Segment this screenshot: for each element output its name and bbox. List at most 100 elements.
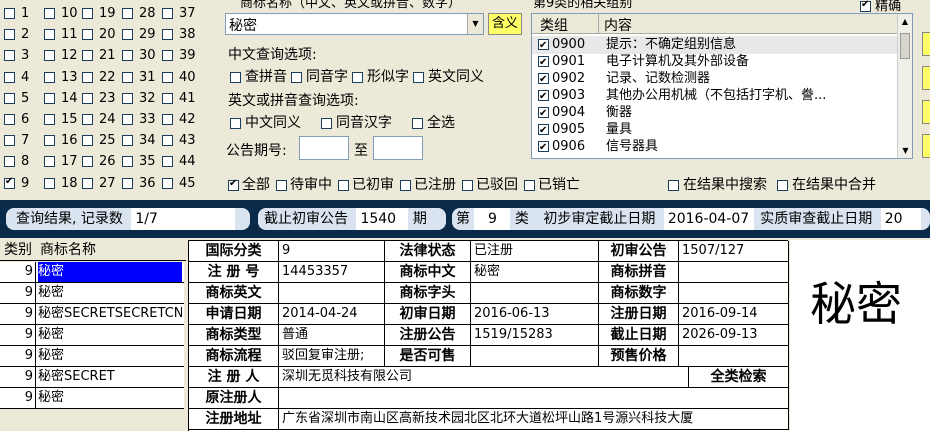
- list-item[interactable]: 9 秘密: [0, 388, 184, 409]
- scroll-thumb[interactable]: [900, 33, 910, 59]
- class-checkbox-13[interactable]: 13: [44, 70, 78, 85]
- class-checkbox-box[interactable]: [82, 177, 93, 189]
- group-row[interactable]: 0905 量具: [532, 121, 898, 140]
- filter-checkbox[interactable]: [400, 179, 411, 191]
- class-checkbox-31[interactable]: 31: [122, 70, 156, 85]
- group-row-checkbox[interactable]: [538, 54, 549, 72]
- cn-option-0[interactable]: 查拼音: [230, 69, 287, 85]
- class-checkbox-19[interactable]: 19: [82, 6, 116, 21]
- class-checkbox-16[interactable]: 16: [44, 133, 78, 148]
- class-checkbox-43[interactable]: 43: [162, 133, 196, 148]
- class-checkbox-box[interactable]: [44, 114, 55, 125]
- scroll-down-icon[interactable]: ▼: [898, 143, 912, 158]
- class-checkbox-23[interactable]: 23: [82, 91, 116, 106]
- class-checkbox-9[interactable]: 9: [4, 176, 29, 191]
- group-row-checkbox[interactable]: [538, 37, 549, 55]
- class-checkbox-box[interactable]: [4, 8, 15, 19]
- class-checkbox-box[interactable]: [4, 135, 15, 147]
- scroll-up-icon[interactable]: ▲: [898, 14, 912, 29]
- class-checkbox-box[interactable]: [44, 156, 55, 168]
- filter-2[interactable]: 已初审: [338, 177, 394, 193]
- class-checkbox-40[interactable]: 40: [162, 70, 196, 85]
- list-item[interactable]: 9 秘密SECRETSECRETCN: [0, 304, 184, 325]
- class-checkbox-11[interactable]: 11: [44, 27, 78, 42]
- class-checkbox-box[interactable]: [4, 114, 15, 125]
- cn-option-2[interactable]: 形似字: [352, 69, 409, 85]
- list-item[interactable]: 9 秘密: [0, 283, 184, 304]
- class-checkbox-6[interactable]: 6: [4, 112, 29, 127]
- class-checkbox-box[interactable]: [162, 71, 173, 83]
- class-checkbox-10[interactable]: 10: [44, 6, 78, 21]
- group-col-header[interactable]: 类组: [540, 15, 568, 35]
- class-checkbox-27[interactable]: 27: [82, 176, 116, 191]
- group-row-checkbox[interactable]: [538, 139, 549, 157]
- class-checkbox-34[interactable]: 34: [122, 133, 156, 148]
- class-checkbox-box[interactable]: [4, 29, 15, 41]
- class-checkbox-box[interactable]: [162, 114, 173, 125]
- group-row[interactable]: 0903 其他办公用机械（不包括打字机、誊...: [532, 87, 898, 106]
- class-checkbox-box[interactable]: [44, 29, 55, 41]
- class-checkbox-box[interactable]: [162, 92, 173, 104]
- class-checkbox-box[interactable]: [82, 8, 93, 19]
- class-checkbox-box[interactable]: [4, 50, 15, 62]
- class-checkbox-5[interactable]: 5: [4, 91, 29, 106]
- issue-from-input[interactable]: [299, 136, 349, 160]
- class-checkbox-32[interactable]: 32: [122, 91, 156, 106]
- filter-4[interactable]: 已驳回: [462, 177, 518, 193]
- class-checkbox-box[interactable]: [122, 92, 133, 104]
- class-checkbox-box[interactable]: [44, 92, 55, 104]
- class-checkbox-box[interactable]: [4, 92, 15, 104]
- class-checkbox-box[interactable]: [122, 177, 133, 189]
- class-checkbox-box[interactable]: [122, 71, 133, 83]
- list-item[interactable]: 9 秘密: [0, 346, 184, 367]
- side-button-2[interactable]: [922, 66, 930, 90]
- class-checkbox-26[interactable]: 26: [82, 154, 116, 169]
- class-checkbox-box[interactable]: [122, 8, 133, 19]
- class-checkbox-8[interactable]: 8: [4, 154, 29, 169]
- class-checkbox-box[interactable]: [162, 156, 173, 168]
- class-checkbox-box[interactable]: [82, 135, 93, 147]
- class-checkbox-box[interactable]: [162, 50, 173, 62]
- group-row[interactable]: 0901 电子计算机及其外部设备: [532, 53, 898, 72]
- class-checkbox-35[interactable]: 35: [122, 154, 156, 169]
- filter-checkbox[interactable]: [276, 179, 287, 191]
- class-checkbox-box[interactable]: [82, 114, 93, 125]
- en-option-1[interactable]: 同音汉字: [321, 115, 392, 131]
- class-checkbox-box[interactable]: [44, 135, 55, 147]
- class-checkbox-20[interactable]: 20: [82, 27, 116, 42]
- exact-checkbox[interactable]: 精确: [860, 0, 901, 14]
- option-checkbox[interactable]: [413, 71, 424, 83]
- exact-checkbox-box[interactable]: [860, 0, 871, 12]
- class-checkbox-box[interactable]: [4, 71, 15, 83]
- group-row-checkbox[interactable]: [538, 71, 549, 89]
- dropdown-arrow-icon[interactable]: ▼: [467, 14, 483, 34]
- class-checkbox-box[interactable]: [122, 50, 133, 62]
- class-checkbox-42[interactable]: 42: [162, 112, 196, 127]
- class-checkbox-21[interactable]: 21: [82, 48, 116, 63]
- class-checkbox-box[interactable]: [82, 29, 93, 41]
- group-row[interactable]: 0900 提示：不确定组别信息: [532, 36, 898, 55]
- class-checkbox-box[interactable]: [162, 8, 173, 19]
- class-checkbox-box[interactable]: [44, 50, 55, 62]
- all-class-search-button[interactable]: 全类检索: [689, 367, 789, 388]
- class-checkbox-18[interactable]: 18: [44, 176, 78, 191]
- class-checkbox-24[interactable]: 24: [82, 112, 116, 127]
- group-row[interactable]: 0902 记录、记数检测器: [532, 70, 898, 89]
- class-checkbox-33[interactable]: 33: [122, 112, 156, 127]
- filter-0[interactable]: 全部: [228, 177, 270, 193]
- side-button-3[interactable]: [922, 100, 930, 124]
- result-option-checkbox[interactable]: [668, 179, 679, 191]
- option-checkbox[interactable]: [291, 71, 302, 83]
- name-search-input[interactable]: 秘密 ▼: [225, 13, 484, 35]
- class-checkbox-3[interactable]: 3: [4, 48, 29, 63]
- filter-3[interactable]: 已注册: [400, 177, 456, 193]
- group-row-checkbox[interactable]: [538, 122, 549, 140]
- meaning-button[interactable]: 含义: [488, 13, 522, 35]
- class-checkbox-box[interactable]: [162, 29, 173, 41]
- class-checkbox-25[interactable]: 25: [82, 133, 116, 148]
- class-checkbox-15[interactable]: 15: [44, 112, 78, 127]
- group-row[interactable]: 0906 信号器具: [532, 138, 898, 157]
- class-checkbox-box[interactable]: [44, 8, 55, 19]
- group-row-checkbox[interactable]: [538, 88, 549, 106]
- class-checkbox-38[interactable]: 38: [162, 27, 196, 42]
